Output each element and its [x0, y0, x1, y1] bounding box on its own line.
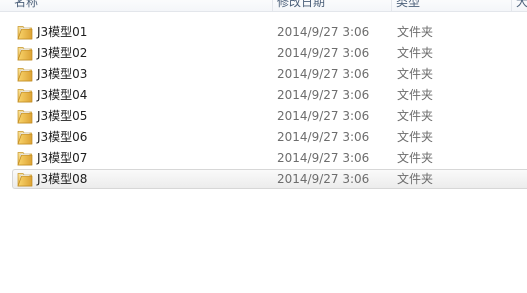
- file-row-folder[interactable]: J3模型07 2014/9/27 3:06 文件夹: [12, 148, 527, 168]
- file-row-folder[interactable]: J3模型02 2014/9/27 3:06 文件夹: [12, 43, 527, 63]
- file-row-folder[interactable]: J3模型01 2014/9/27 3:06 文件夹: [12, 22, 527, 42]
- file-name: J3模型01: [37, 25, 88, 39]
- file-list-view: 名称 修改日期 类型 大 J3模型01 2014/9/27 3:06 文件夹 J…: [0, 0, 527, 293]
- column-header-size[interactable]: 大: [512, 0, 527, 11]
- column-header-name[interactable]: 名称: [10, 0, 270, 11]
- file-name: J3模型04: [37, 88, 88, 102]
- column-header-bar: 名称 修改日期 类型 大: [0, 0, 527, 12]
- file-modified-date: 2014/9/27 3:06: [277, 151, 370, 165]
- column-header-date[interactable]: 修改日期: [273, 0, 391, 11]
- file-modified-date: 2014/9/27 3:06: [277, 88, 370, 102]
- file-modified-date: 2014/9/27 3:06: [277, 172, 370, 186]
- file-row-folder[interactable]: J3模型06 2014/9/27 3:06 文件夹: [12, 127, 527, 147]
- file-name: J3模型06: [37, 130, 88, 144]
- file-type: 文件夹: [397, 88, 434, 102]
- file-modified-date: 2014/9/27 3:06: [277, 25, 370, 39]
- file-row-folder-focused[interactable]: J3模型08 2014/9/27 3:06 文件夹: [12, 169, 527, 189]
- file-type: 文件夹: [397, 46, 434, 60]
- file-row-folder[interactable]: J3模型04 2014/9/27 3:06 文件夹: [12, 85, 527, 105]
- folder-icon: [17, 68, 33, 82]
- file-modified-date: 2014/9/27 3:06: [277, 130, 370, 144]
- folder-icon: [17, 89, 33, 103]
- file-modified-date: 2014/9/27 3:06: [277, 67, 370, 81]
- file-type: 文件夹: [397, 67, 434, 81]
- folder-icon: [17, 131, 33, 145]
- file-type: 文件夹: [397, 109, 434, 123]
- file-modified-date: 2014/9/27 3:06: [277, 46, 370, 60]
- file-name: J3模型05: [37, 109, 88, 123]
- folder-icon: [17, 173, 33, 187]
- folder-icon: [17, 26, 33, 40]
- folder-icon: [17, 47, 33, 61]
- file-type: 文件夹: [397, 130, 434, 144]
- file-name: J3模型07: [37, 151, 88, 165]
- file-name: J3模型08: [37, 172, 88, 186]
- folder-icon: [17, 110, 33, 124]
- file-name: J3模型02: [37, 46, 88, 60]
- column-header-type[interactable]: 类型: [392, 0, 510, 11]
- file-row-folder[interactable]: J3模型03 2014/9/27 3:06 文件夹: [12, 64, 527, 84]
- file-type: 文件夹: [397, 25, 434, 39]
- file-modified-date: 2014/9/27 3:06: [277, 109, 370, 123]
- file-rows: J3模型01 2014/9/27 3:06 文件夹 J3模型02 2014/9/…: [12, 22, 527, 190]
- file-type: 文件夹: [397, 172, 434, 186]
- file-type: 文件夹: [397, 151, 434, 165]
- file-name: J3模型03: [37, 67, 88, 81]
- file-row-folder[interactable]: J3模型05 2014/9/27 3:06 文件夹: [12, 106, 527, 126]
- folder-icon: [17, 152, 33, 166]
